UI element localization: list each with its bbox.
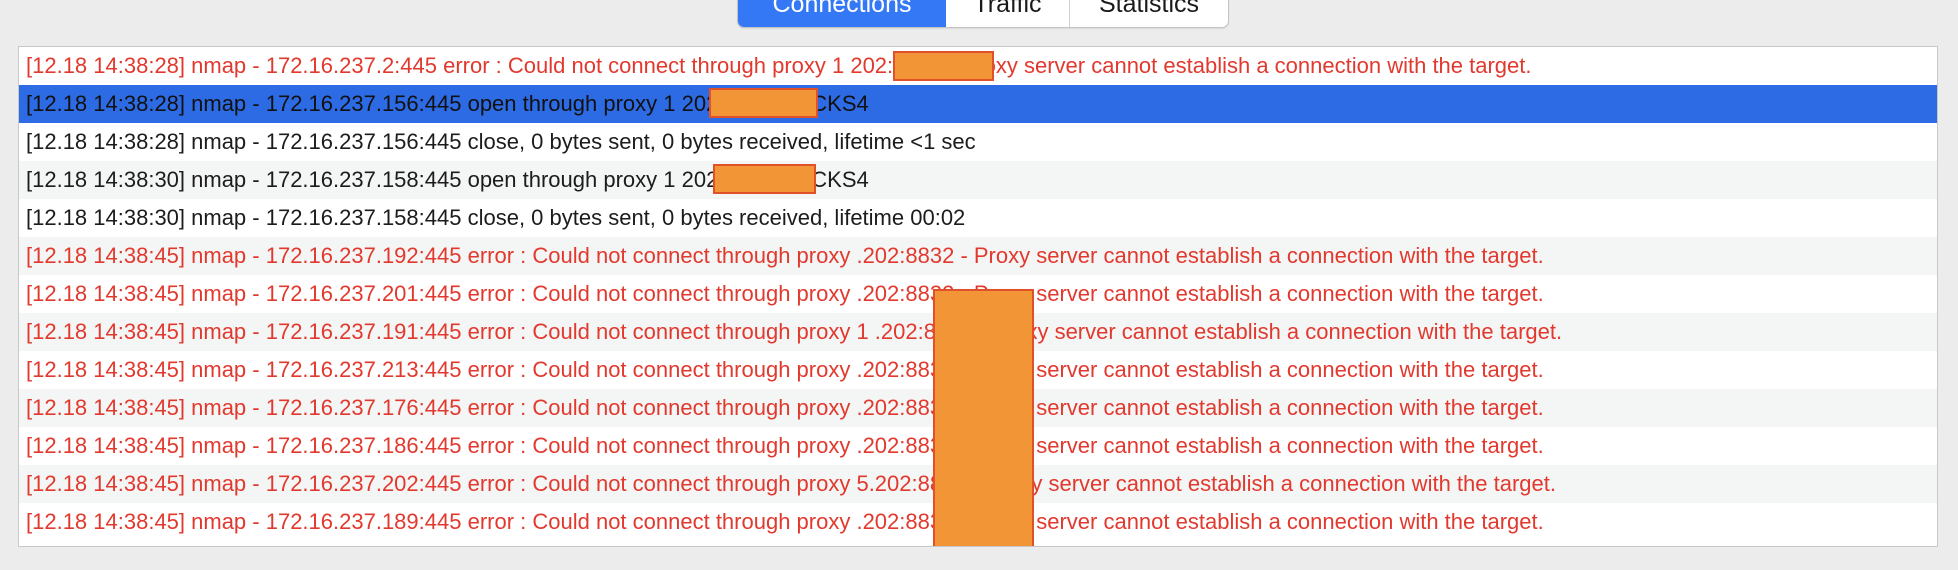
log-row[interactable]: [12.18 14:38:30] nmap - 172.16.237.158:4… xyxy=(19,199,1937,237)
redaction-block xyxy=(933,289,1034,546)
log-row[interactable]: [12.18 14:38:45] nmap - 172.16.237.192:4… xyxy=(19,237,1937,275)
log-row[interactable]: [12.18 14:38:28] nmap - 172.16.237.156:4… xyxy=(19,123,1937,161)
log-row-selected[interactable]: [12.18 14:38:28] nmap - 172.16.237.156:4… xyxy=(19,85,1937,123)
tab-statistics[interactable]: Statistics xyxy=(1070,0,1228,27)
redaction-block xyxy=(893,51,994,81)
redaction-block xyxy=(709,88,818,118)
tab-connections[interactable]: Connections xyxy=(738,0,946,27)
log-row[interactable]: [12.18 14:38:30] nmap - 172.16.237.158:4… xyxy=(19,161,1937,199)
connections-log[interactable]: [12.18 14:38:28] nmap - 172.16.237.2:445… xyxy=(18,46,1938,547)
tab-traffic[interactable]: Traffic xyxy=(946,0,1070,27)
redaction-block xyxy=(713,164,816,194)
tab-bar: Connections Traffic Statistics xyxy=(737,0,1229,28)
